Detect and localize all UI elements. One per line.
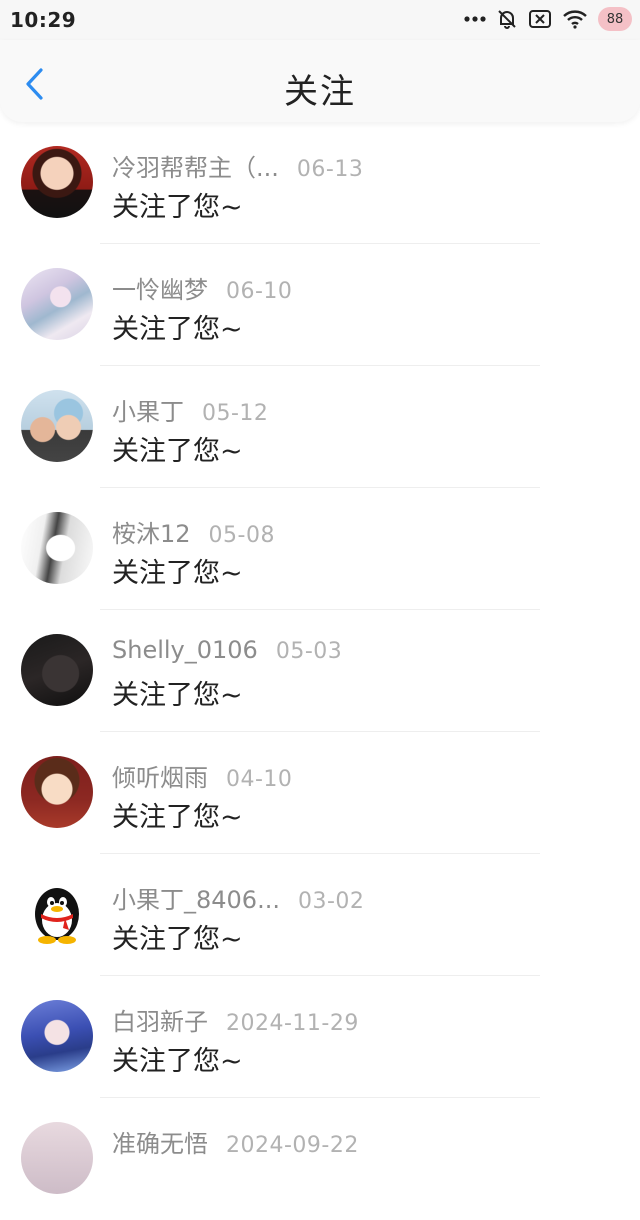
wifi-icon [562, 9, 588, 29]
user-name[interactable]: 小果丁_8406... [112, 880, 280, 915]
notification-row[interactable]: 准确无悟 2024-09-22 [0, 1098, 640, 1220]
notification-date: 04-10 [226, 767, 293, 792]
notification-date: 06-10 [226, 279, 293, 304]
more-dots-icon [464, 14, 486, 24]
notification-row[interactable]: 倾听烟雨 04-10 关注了您~ [0, 732, 640, 854]
notification-row[interactable]: Shelly_0106 05-03 关注了您~ [0, 610, 640, 732]
status-icons: 88 [464, 6, 632, 32]
notification-meta: Shelly_0106 05-03 [112, 636, 342, 664]
bell-muted-icon [496, 8, 518, 30]
notification-meta: 冷羽帮帮主（... 06-13 [112, 148, 363, 183]
avatar[interactable] [21, 1122, 93, 1194]
qq-penguin-icon [21, 888, 93, 954]
notification-message: 关注了您~ [112, 558, 243, 589]
status-time: 10:29 [10, 8, 77, 32]
status-bar: 10:29 88 [0, 0, 640, 40]
user-name[interactable]: 桉沐12 [112, 514, 191, 549]
notification-meta: 白羽新子 2024-11-29 [112, 1002, 359, 1037]
notification-date: 03-02 [297, 889, 365, 914]
notification-message: 关注了您~ [112, 680, 243, 711]
notification-date: 2024-09-22 [226, 1133, 359, 1158]
notification-row[interactable]: 小果丁_8406... 03-02 关注了您~ [0, 854, 640, 976]
notification-meta: 小果丁 05-12 [112, 392, 268, 427]
notification-message: 关注了您~ [112, 192, 243, 223]
notification-row[interactable]: 小果丁 05-12 关注了您~ [0, 366, 640, 488]
notification-list: 冷羽帮帮主（... 06-13 关注了您~ 一怜幽梦 06-10 关注了您~ 小… [0, 122, 640, 1220]
notification-date: 2024-11-29 [226, 1011, 359, 1036]
notification-message: 关注了您~ [112, 802, 243, 833]
avatar[interactable] [21, 146, 93, 218]
user-name[interactable]: Shelly_0106 [112, 636, 258, 664]
user-name[interactable]: 倾听烟雨 [112, 758, 208, 793]
user-name[interactable]: 小果丁 [112, 392, 184, 427]
notification-date: 05-12 [202, 401, 269, 426]
notification-date: 06-13 [296, 157, 364, 182]
avatar[interactable] [21, 1000, 93, 1072]
notification-meta: 一怜幽梦 06-10 [112, 270, 292, 305]
notification-row[interactable]: 一怜幽梦 06-10 关注了您~ [0, 244, 640, 366]
notification-meta: 准确无悟 2024-09-22 [112, 1124, 359, 1159]
notification-meta: 小果丁_8406... 03-02 [112, 880, 364, 915]
notification-row[interactable]: 桉沐12 05-08 关注了您~ [0, 488, 640, 610]
notification-message: 关注了您~ [112, 924, 243, 955]
avatar[interactable] [21, 878, 93, 950]
notification-date: 05-08 [208, 523, 275, 548]
avatar[interactable] [21, 512, 93, 584]
notification-date: 05-03 [275, 639, 343, 664]
avatar[interactable] [21, 268, 93, 340]
user-name[interactable]: 一怜幽梦 [112, 270, 208, 305]
notification-row[interactable]: 白羽新子 2024-11-29 关注了您~ [0, 976, 640, 1098]
notification-message: 关注了您~ [112, 1046, 243, 1077]
notification-meta: 倾听烟雨 04-10 [112, 758, 292, 793]
avatar[interactable] [21, 390, 93, 462]
user-name[interactable]: 白羽新子 [112, 1002, 208, 1037]
user-name[interactable]: 冷羽帮帮主（... [112, 148, 279, 183]
notification-message: 关注了您~ [112, 436, 243, 467]
user-name[interactable]: 准确无悟 [112, 1124, 208, 1159]
avatar[interactable] [21, 756, 93, 828]
battery-icon: 88 [598, 7, 632, 31]
notification-row[interactable]: 冷羽帮帮主（... 06-13 关注了您~ [0, 122, 640, 244]
notification-meta: 桉沐12 05-08 [112, 514, 275, 549]
page-title: 关注 [284, 72, 356, 112]
notification-message: 关注了您~ [112, 314, 243, 345]
avatar[interactable] [21, 634, 93, 706]
header-bar: 关注 [0, 40, 640, 122]
sim-x-icon [528, 9, 552, 29]
